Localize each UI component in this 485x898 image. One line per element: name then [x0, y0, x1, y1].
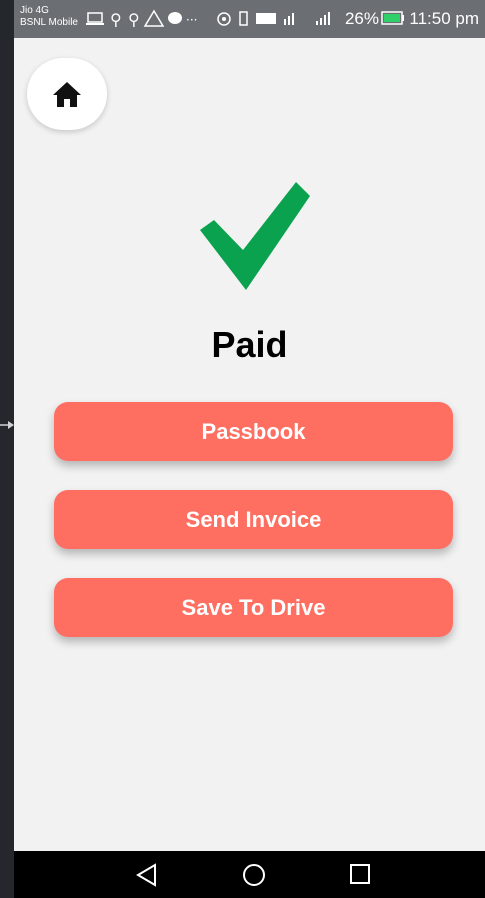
svg-text:···: ···	[186, 13, 197, 27]
passbook-button[interactable]: Passbook	[54, 402, 453, 461]
navigation-bar	[14, 851, 485, 898]
side-arrow-icon	[0, 421, 14, 429]
carrier-info: Jio 4G BSNL Mobile	[20, 5, 78, 29]
battery-percent: 26%	[344, 9, 379, 28]
svg-text:⚲: ⚲	[128, 10, 140, 29]
save-to-drive-button[interactable]: Save To Drive	[54, 578, 453, 637]
back-icon[interactable]	[136, 863, 158, 887]
carrier-line-1: Jio 4G	[20, 5, 49, 16]
battery-icon	[381, 11, 404, 25]
recents-icon[interactable]	[349, 863, 371, 885]
notification-icons: ⚲ ⚲ ···	[86, 9, 330, 29]
carrier-line-2: BSNL Mobile	[20, 17, 78, 28]
clock: 11:50 pm	[409, 9, 479, 28]
checkmark-icon	[200, 182, 310, 290]
left-edge-strip	[0, 0, 14, 898]
status-bar: Jio 4G BSNL Mobile ⚲ ⚲ ··· 26% 11:50 pm	[14, 0, 485, 38]
home-nav-icon[interactable]	[242, 863, 266, 887]
payment-status-screen: Paid Passbook Send Invoice Save To Drive	[14, 38, 485, 851]
home-icon	[53, 82, 81, 107]
send-invoice-button[interactable]: Send Invoice	[54, 490, 453, 549]
page-title: Paid	[211, 324, 288, 365]
svg-text:⚲: ⚲	[110, 10, 122, 29]
home-button[interactable]	[27, 58, 107, 130]
